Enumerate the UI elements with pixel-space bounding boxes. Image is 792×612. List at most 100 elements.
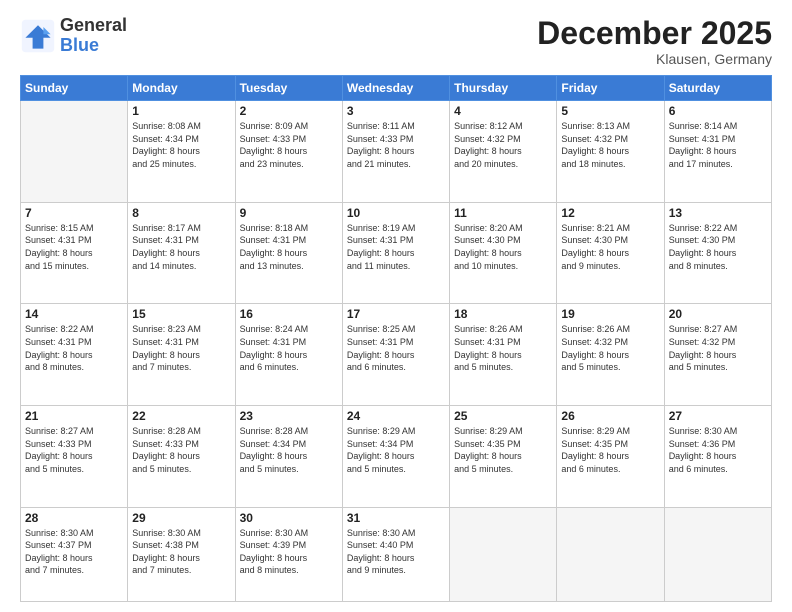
calendar-day-cell	[450, 507, 557, 602]
day-number: 13	[669, 206, 767, 220]
page: General Blue December 2025 Klausen, Germ…	[0, 0, 792, 612]
logo-blue: Blue	[60, 36, 127, 56]
day-number: 6	[669, 104, 767, 118]
day-info: Sunrise: 8:08 AM Sunset: 4:34 PM Dayligh…	[132, 120, 230, 170]
day-info: Sunrise: 8:27 AM Sunset: 4:33 PM Dayligh…	[25, 425, 123, 475]
calendar-day-cell: 3 Sunrise: 8:11 AM Sunset: 4:33 PM Daylig…	[342, 101, 449, 203]
calendar-day-cell: 22 Sunrise: 8:28 AM Sunset: 4:33 PM Dayli…	[128, 405, 235, 507]
calendar-day-cell: 1 Sunrise: 8:08 AM Sunset: 4:34 PM Daylig…	[128, 101, 235, 203]
calendar-day-cell: 25Sunrise: 8:29 AM Sunset: 4:35 PM Dayli…	[450, 405, 557, 507]
title-block: December 2025 Klausen, Germany	[537, 16, 772, 67]
calendar-day-cell: 28Sunrise: 8:30 AM Sunset: 4:37 PM Dayli…	[21, 507, 128, 602]
day-info: Sunrise: 8:14 AM Sunset: 4:31 PM Dayligh…	[669, 120, 767, 170]
day-number: 10	[347, 206, 445, 220]
day-info: Sunrise: 8:29 AM Sunset: 4:35 PM Dayligh…	[454, 425, 552, 475]
calendar-table: SundayMondayTuesdayWednesdayThursdayFrid…	[20, 75, 772, 602]
day-info: Sunrise: 8:22 AM Sunset: 4:31 PM Dayligh…	[25, 323, 123, 373]
calendar-day-cell: 7 Sunrise: 8:15 AM Sunset: 4:31 PM Daylig…	[21, 202, 128, 304]
day-info: Sunrise: 8:30 AM Sunset: 4:40 PM Dayligh…	[347, 527, 445, 577]
day-info: Sunrise: 8:26 AM Sunset: 4:32 PM Dayligh…	[561, 323, 659, 373]
calendar-week-row: 28Sunrise: 8:30 AM Sunset: 4:37 PM Dayli…	[21, 507, 772, 602]
day-number: 1	[132, 104, 230, 118]
day-info: Sunrise: 8:28 AM Sunset: 4:34 PM Dayligh…	[240, 425, 338, 475]
calendar-day-cell: 8Sunrise: 8:17 AM Sunset: 4:31 PM Daylig…	[128, 202, 235, 304]
day-number: 17	[347, 307, 445, 321]
day-number: 3	[347, 104, 445, 118]
day-number: 20	[669, 307, 767, 321]
calendar-day-cell: 16Sunrise: 8:24 AM Sunset: 4:31 PM Dayli…	[235, 304, 342, 406]
day-number: 15	[132, 307, 230, 321]
day-number: 26	[561, 409, 659, 423]
day-info: Sunrise: 8:20 AM Sunset: 4:30 PM Dayligh…	[454, 222, 552, 272]
weekday-header-cell: Sunday	[21, 76, 128, 101]
day-info: Sunrise: 8:30 AM Sunset: 4:39 PM Dayligh…	[240, 527, 338, 577]
calendar-day-cell	[557, 507, 664, 602]
day-info: Sunrise: 8:27 AM Sunset: 4:32 PM Dayligh…	[669, 323, 767, 373]
day-number: 30	[240, 511, 338, 525]
weekday-header-cell: Saturday	[664, 76, 771, 101]
day-number: 21	[25, 409, 123, 423]
day-info: Sunrise: 8:09 AM Sunset: 4:33 PM Dayligh…	[240, 120, 338, 170]
calendar-day-cell: 4 Sunrise: 8:12 AM Sunset: 4:32 PM Daylig…	[450, 101, 557, 203]
calendar-week-row: 1 Sunrise: 8:08 AM Sunset: 4:34 PM Daylig…	[21, 101, 772, 203]
day-number: 31	[347, 511, 445, 525]
calendar-day-cell: 23Sunrise: 8:28 AM Sunset: 4:34 PM Dayli…	[235, 405, 342, 507]
day-info: Sunrise: 8:24 AM Sunset: 4:31 PM Dayligh…	[240, 323, 338, 373]
day-info: Sunrise: 8:28 AM Sunset: 4:33 PM Dayligh…	[132, 425, 230, 475]
location: Klausen, Germany	[537, 51, 772, 67]
day-info: Sunrise: 8:21 AM Sunset: 4:30 PM Dayligh…	[561, 222, 659, 272]
day-number: 4	[454, 104, 552, 118]
day-info: Sunrise: 8:25 AM Sunset: 4:31 PM Dayligh…	[347, 323, 445, 373]
calendar-day-cell: 15Sunrise: 8:23 AM Sunset: 4:31 PM Dayli…	[128, 304, 235, 406]
day-info: Sunrise: 8:29 AM Sunset: 4:35 PM Dayligh…	[561, 425, 659, 475]
day-number: 14	[25, 307, 123, 321]
weekday-header-cell: Thursday	[450, 76, 557, 101]
calendar-week-row: 7 Sunrise: 8:15 AM Sunset: 4:31 PM Daylig…	[21, 202, 772, 304]
calendar-day-cell: 29 Sunrise: 8:30 AM Sunset: 4:38 PM Dayli…	[128, 507, 235, 602]
calendar-day-cell: 14 Sunrise: 8:22 AM Sunset: 4:31 PM Dayli…	[21, 304, 128, 406]
day-number: 29	[132, 511, 230, 525]
weekday-header-row: SundayMondayTuesdayWednesdayThursdayFrid…	[21, 76, 772, 101]
day-number: 19	[561, 307, 659, 321]
day-info: Sunrise: 8:18 AM Sunset: 4:31 PM Dayligh…	[240, 222, 338, 272]
day-number: 12	[561, 206, 659, 220]
calendar-day-cell: 31 Sunrise: 8:30 AM Sunset: 4:40 PM Dayli…	[342, 507, 449, 602]
calendar-day-cell: 27 Sunrise: 8:30 AM Sunset: 4:36 PM Dayli…	[664, 405, 771, 507]
logo-general: General	[60, 16, 127, 36]
day-info: Sunrise: 8:17 AM Sunset: 4:31 PM Dayligh…	[132, 222, 230, 272]
logo-icon	[20, 18, 56, 54]
calendar-day-cell: 10 Sunrise: 8:19 AM Sunset: 4:31 PM Dayli…	[342, 202, 449, 304]
calendar-day-cell: 19 Sunrise: 8:26 AM Sunset: 4:32 PM Dayli…	[557, 304, 664, 406]
calendar-day-cell: 2Sunrise: 8:09 AM Sunset: 4:33 PM Daylig…	[235, 101, 342, 203]
calendar-day-cell: 26 Sunrise: 8:29 AM Sunset: 4:35 PM Dayli…	[557, 405, 664, 507]
weekday-header-cell: Monday	[128, 76, 235, 101]
day-number: 5	[561, 104, 659, 118]
weekday-header-cell: Tuesday	[235, 76, 342, 101]
day-info: Sunrise: 8:30 AM Sunset: 4:38 PM Dayligh…	[132, 527, 230, 577]
calendar-day-cell: 24Sunrise: 8:29 AM Sunset: 4:34 PM Dayli…	[342, 405, 449, 507]
day-info: Sunrise: 8:15 AM Sunset: 4:31 PM Dayligh…	[25, 222, 123, 272]
day-number: 24	[347, 409, 445, 423]
day-info: Sunrise: 8:30 AM Sunset: 4:36 PM Dayligh…	[669, 425, 767, 475]
calendar-day-cell: 12 Sunrise: 8:21 AM Sunset: 4:30 PM Dayli…	[557, 202, 664, 304]
calendar-day-cell	[21, 101, 128, 203]
calendar-day-cell: 5 Sunrise: 8:13 AM Sunset: 4:32 PM Daylig…	[557, 101, 664, 203]
day-number: 7	[25, 206, 123, 220]
day-number: 22	[132, 409, 230, 423]
header: General Blue December 2025 Klausen, Germ…	[20, 16, 772, 67]
calendar-week-row: 21 Sunrise: 8:27 AM Sunset: 4:33 PM Dayli…	[21, 405, 772, 507]
calendar-day-cell: 11Sunrise: 8:20 AM Sunset: 4:30 PM Dayli…	[450, 202, 557, 304]
calendar-day-cell: 20 Sunrise: 8:27 AM Sunset: 4:32 PM Dayli…	[664, 304, 771, 406]
day-number: 9	[240, 206, 338, 220]
day-number: 27	[669, 409, 767, 423]
calendar-body: 1 Sunrise: 8:08 AM Sunset: 4:34 PM Daylig…	[21, 101, 772, 602]
day-info: Sunrise: 8:12 AM Sunset: 4:32 PM Dayligh…	[454, 120, 552, 170]
day-info: Sunrise: 8:11 AM Sunset: 4:33 PM Dayligh…	[347, 120, 445, 170]
calendar-day-cell: 18Sunrise: 8:26 AM Sunset: 4:31 PM Dayli…	[450, 304, 557, 406]
weekday-header-cell: Friday	[557, 76, 664, 101]
day-info: Sunrise: 8:13 AM Sunset: 4:32 PM Dayligh…	[561, 120, 659, 170]
day-number: 18	[454, 307, 552, 321]
calendar-day-cell: 21 Sunrise: 8:27 AM Sunset: 4:33 PM Dayli…	[21, 405, 128, 507]
day-info: Sunrise: 8:30 AM Sunset: 4:37 PM Dayligh…	[25, 527, 123, 577]
day-info: Sunrise: 8:19 AM Sunset: 4:31 PM Dayligh…	[347, 222, 445, 272]
